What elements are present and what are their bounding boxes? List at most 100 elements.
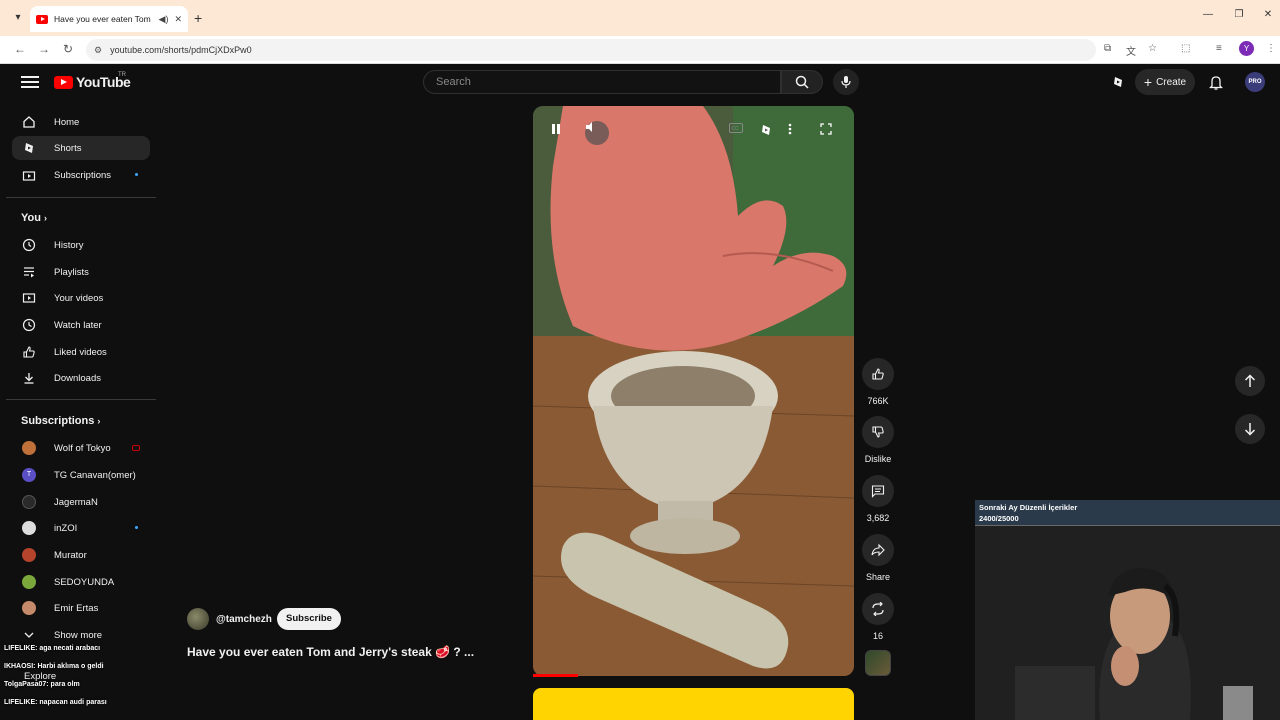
more-vertical-icon [788, 123, 792, 135]
forward-icon[interactable]: → [36, 42, 52, 56]
pause-button[interactable] [550, 123, 570, 143]
new-content-dot [135, 526, 138, 529]
youtube-favicon-icon [36, 14, 48, 24]
video-progress-bar[interactable] [533, 674, 578, 677]
more-options-button[interactable] [788, 123, 808, 143]
address-bar[interactable]: ⚙ youtube.com/shorts/pdmCjXDxPw0 [86, 39, 1096, 61]
sidebar-item-your-videos[interactable]: Your videos [12, 286, 150, 310]
sidebar-item-label: Watch later [54, 319, 102, 331]
captions-button[interactable]: CC [729, 123, 749, 143]
search-box [423, 70, 781, 94]
previous-short-button[interactable] [1235, 366, 1265, 396]
window-close-icon[interactable]: ✕ [1258, 9, 1278, 20]
goal-count: 2400/25000 [979, 514, 1019, 523]
browser-tab[interactable]: Have you ever eaten Tom and Jerry's stea… [30, 6, 188, 32]
share-button[interactable] [862, 534, 894, 566]
shorts-header-icon[interactable] [1109, 73, 1127, 91]
subscribe-button[interactable]: Subscribe [277, 608, 341, 630]
divider [6, 197, 156, 198]
like-button[interactable] [862, 358, 894, 390]
sidebar-sub-inzoi[interactable]: inZOI [12, 516, 150, 540]
sidebar-sub-tg-canavan[interactable]: T TG Canavan(omer) [12, 463, 150, 487]
fullscreen-button[interactable] [820, 123, 840, 143]
channel-avatar [22, 548, 36, 562]
comments-button[interactable] [862, 475, 894, 507]
media-control-icon[interactable]: ≡ [1216, 43, 1222, 54]
sidebar-item-shorts[interactable]: Shorts [12, 136, 150, 160]
site-info-icon[interactable]: ⚙ [94, 45, 102, 56]
shorts-video-player[interactable]: CC [533, 106, 854, 676]
sidebar-item-label: Downloads [54, 372, 101, 384]
remix-button[interactable] [862, 593, 894, 625]
share-action: Share [862, 534, 894, 582]
restore-icon[interactable]: ❐ [1229, 9, 1249, 20]
notifications-bell-icon[interactable] [1207, 73, 1225, 91]
sidebar-sub-emir-ertas[interactable]: Emir Ertas [12, 596, 150, 620]
voice-search-button[interactable] [833, 69, 859, 95]
browser-profile-avatar[interactable]: Y [1239, 41, 1254, 56]
sidebar-sub-sedoyunda[interactable]: SEDOYUNDA [12, 570, 150, 594]
browser-tab-bar: ▾ Have you ever eaten Tom and Jerry's st… [0, 0, 1280, 36]
channel-avatar [22, 441, 36, 455]
channel-avatar [22, 601, 36, 615]
sidebar-item-history[interactable]: History [12, 233, 150, 257]
bookmark-star-icon[interactable]: ☆ [1148, 43, 1157, 54]
extensions-icon[interactable]: ⬚ [1181, 43, 1190, 54]
channel-avatar[interactable] [187, 608, 209, 630]
reload-icon[interactable]: ↻ [60, 42, 76, 56]
new-content-dot [135, 173, 138, 176]
search-button[interactable] [781, 70, 823, 94]
search-input[interactable] [436, 76, 736, 88]
tab-title: Have you ever eaten Tom and Jerry's stea… [54, 14, 153, 24]
hamburger-menu-icon[interactable] [21, 73, 39, 91]
translate-icon[interactable]: 文 [1126, 43, 1136, 58]
next-short-preview[interactable] [533, 688, 854, 720]
tab-close-icon[interactable]: ✕ [174, 14, 182, 25]
sidebar-item-playlists[interactable]: Playlists [12, 260, 150, 284]
sound-thumbnail[interactable] [865, 650, 891, 676]
volume-button[interactable] [585, 121, 609, 145]
tab-audio-icon[interactable]: ◀) [159, 14, 169, 25]
sidebar-item-label: Your videos [54, 292, 104, 304]
create-button[interactable]: + Create [1135, 69, 1195, 95]
you-section-heading[interactable]: You › [21, 212, 47, 224]
browser-menu-icon[interactable]: ⋮ [1266, 43, 1276, 54]
sidebar-item-subscriptions[interactable]: Subscriptions [12, 163, 150, 187]
sidebar-sub-jagerman[interactable]: JagermaN [12, 490, 150, 514]
sidebar-item-label: Liked videos [54, 346, 107, 358]
next-short-button[interactable] [1235, 414, 1265, 444]
fullscreen-icon [820, 123, 832, 135]
liked-videos-icon [22, 345, 36, 359]
sidebar-item-watch-later[interactable]: Watch later [12, 313, 150, 337]
minimize-icon[interactable]: — [1198, 9, 1218, 20]
sidebar-item-label: Wolf of Tokyo [54, 442, 111, 454]
sidebar-item-label: inZOI [54, 522, 78, 534]
channel-name[interactable]: @tamchezh [216, 614, 272, 625]
install-app-icon[interactable]: ⧉ [1104, 43, 1111, 54]
back-icon[interactable]: ← [12, 42, 28, 56]
remix-icon [872, 602, 884, 616]
dislike-action: Dislike [862, 416, 894, 464]
home-icon [22, 115, 36, 129]
comments-action: 3,682 [862, 475, 894, 523]
sidebar-item-label: Murator [54, 549, 87, 561]
thumbs-up-icon [872, 368, 884, 380]
sidebar-sub-murator[interactable]: Murator [12, 543, 150, 567]
comment-count: 3,682 [866, 513, 890, 523]
new-tab-icon[interactable]: + [194, 10, 202, 26]
sidebar-sub-wolf-of-tokyo[interactable]: Wolf of Tokyo [12, 436, 150, 460]
account-avatar[interactable]: PRO [1245, 72, 1265, 92]
shorts-remix-button[interactable] [759, 123, 779, 143]
subscriptions-section-heading[interactable]: Subscriptions › [21, 415, 100, 427]
youtube-play-logo-icon [54, 75, 73, 89]
sidebar-item-label: TG Canavan(omer) [54, 469, 136, 481]
sidebar-item-label: JagermaN [54, 496, 98, 508]
sidebar-item-downloads[interactable]: Downloads [12, 366, 150, 390]
video-frame [533, 106, 854, 676]
short-title[interactable]: Have you ever eaten Tom and Jerry's stea… [187, 645, 474, 659]
dislike-button[interactable] [862, 416, 894, 448]
tab-search-dropdown-icon[interactable]: ▾ [10, 10, 26, 26]
sidebar-item-liked-videos[interactable]: Liked videos [12, 340, 150, 364]
thumbs-down-icon [872, 426, 884, 438]
sidebar-item-home[interactable]: Home [12, 110, 150, 134]
